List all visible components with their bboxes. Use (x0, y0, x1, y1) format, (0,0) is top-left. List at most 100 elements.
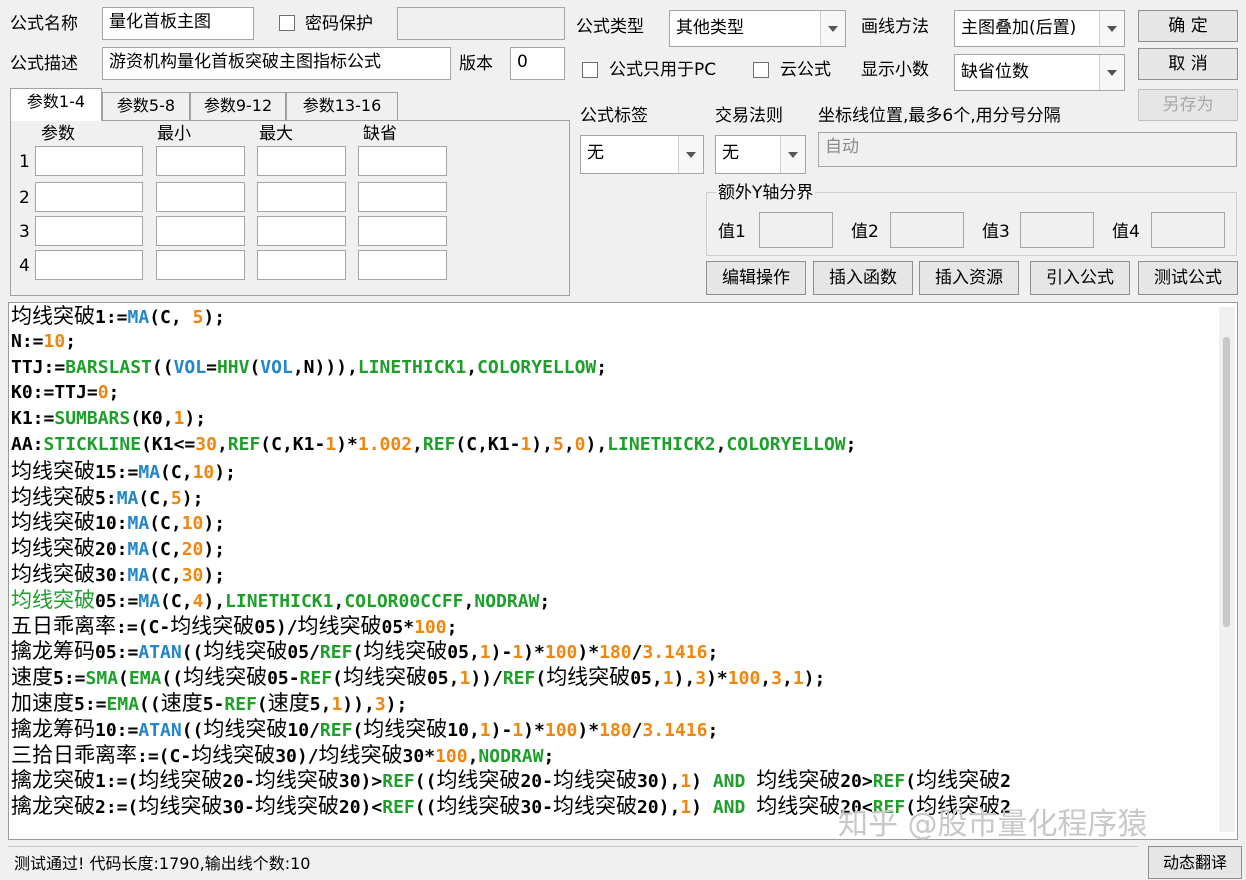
code-token: MA (138, 461, 161, 483)
tab-params-5-8[interactable]: 参数5-8 (102, 92, 190, 120)
code-token: )* (577, 642, 600, 664)
chevron-down-icon[interactable] (1099, 11, 1124, 46)
code-token: 05, (426, 668, 460, 690)
y-value-4-input[interactable] (1151, 212, 1225, 248)
code-token: 20> (840, 771, 873, 793)
chevron-down-icon[interactable] (678, 136, 703, 173)
param-min-input[interactable] (156, 182, 245, 212)
code-token: 1 (512, 719, 524, 741)
code-token: 均线突破 (170, 613, 255, 638)
y-value-3-input[interactable] (1020, 212, 1094, 248)
code-editor[interactable]: 均线突破1:=MA(C, 5); N:=10; TTJ:=BARSLAST((VOL… (8, 302, 1238, 840)
code-token: 100 (544, 642, 578, 664)
code-token: ( (905, 771, 917, 793)
code-token: AND (712, 771, 746, 793)
code-token: 三拾日乖离率 (11, 742, 137, 767)
code-token: ATAN (138, 642, 182, 664)
code-token: 均线突破 (318, 742, 403, 767)
code-token: 均线突破 (436, 794, 521, 819)
formula-tag-select[interactable]: 无 (580, 135, 704, 174)
code-token: ) (691, 797, 713, 819)
code-token: 05- (267, 668, 300, 690)
tab-params-1-4[interactable]: 参数1-4 (10, 88, 102, 121)
chevron-down-icon[interactable] (820, 11, 845, 46)
param-default-input[interactable] (358, 182, 447, 212)
code-token: 10 (43, 330, 66, 352)
save-as-button[interactable]: 另存为 (1138, 89, 1238, 121)
code-token: 擒龙突破 (11, 794, 95, 819)
password-input[interactable] (397, 7, 565, 40)
code-token: ), (203, 590, 226, 612)
param-name-input[interactable] (35, 182, 143, 212)
decimals-select[interactable]: 缺省位数 (954, 54, 1125, 91)
version-input[interactable]: 0 (510, 47, 565, 80)
param-min-input[interactable] (156, 216, 245, 246)
decimals-label: 显示小数 (861, 60, 929, 80)
import-formula-button[interactable]: 引入公式 (1030, 261, 1130, 295)
code-token: 20- (520, 771, 553, 793)
param-max-input[interactable] (257, 250, 346, 280)
tab-params-9-12[interactable]: 参数9-12 (190, 92, 286, 120)
vertical-scrollbar[interactable] (1219, 307, 1235, 832)
param-name-input[interactable] (35, 216, 143, 246)
code-token: 05* (381, 616, 415, 638)
col-default-header: 缺省 (363, 124, 397, 144)
code-token: 5 (192, 307, 204, 328)
coord-line-input[interactable]: 自动 (818, 132, 1237, 167)
edit-ops-button[interactable]: 编辑操作 (706, 261, 806, 295)
code-token: LINETHICK2 (607, 434, 716, 455)
code-token: 1.002 (357, 434, 413, 455)
param-default-input[interactable] (358, 146, 447, 176)
param-min-input[interactable] (156, 146, 245, 176)
insert-resource-button[interactable]: 插入资源 (919, 261, 1019, 295)
code-token: 均线突破 (756, 794, 841, 819)
code-token: , (563, 434, 575, 455)
param-max-input[interactable] (257, 216, 346, 246)
scrollbar-thumb[interactable] (1223, 337, 1230, 627)
param-max-input[interactable] (257, 182, 346, 212)
insert-function-button[interactable]: 插入函数 (813, 261, 913, 295)
code-token: 30)/ (275, 745, 319, 767)
code-token: NODRAW (474, 590, 540, 612)
code-token: N:= (11, 330, 44, 352)
param-name-input[interactable] (35, 146, 143, 176)
code-token: ), (531, 434, 553, 455)
formula-desc-input[interactable]: 游资机构量化首板突破主图指标公式 (102, 47, 451, 80)
param-min-input[interactable] (156, 250, 245, 280)
password-checkbox[interactable] (279, 15, 295, 31)
ok-button[interactable]: 确 定 (1138, 10, 1238, 42)
code-token: (C, (160, 461, 193, 483)
test-formula-button[interactable]: 测试公式 (1138, 261, 1238, 295)
cloud-checkbox[interactable] (753, 62, 769, 78)
param-default-input[interactable] (358, 250, 447, 280)
code-token: ) (691, 771, 713, 793)
dynamic-translate-button[interactable]: 动态翻译 (1148, 846, 1242, 879)
code-token: ), (673, 668, 696, 690)
code-token: 速度 (11, 665, 53, 690)
chevron-down-icon[interactable] (780, 136, 805, 173)
param-max-input[interactable] (257, 146, 346, 176)
code-token: 30)> (338, 771, 383, 793)
param-row-number: 4 (19, 256, 30, 276)
code-token: 五日乖离率 (11, 613, 116, 638)
cancel-button[interactable]: 取 消 (1138, 48, 1238, 80)
y-value-1-input[interactable] (759, 212, 833, 248)
code-token: 1 (680, 771, 692, 793)
trade-rule-select[interactable]: 无 (715, 135, 806, 174)
draw-method-select[interactable]: 主图叠加(后置) (954, 10, 1125, 47)
pc-only-checkbox[interactable] (582, 62, 598, 78)
y-value-2-input[interactable] (890, 212, 964, 248)
y-value-4-label: 值4 (1112, 222, 1140, 242)
tab-params-13-16[interactable]: 参数13-16 (286, 92, 398, 120)
formula-name-input[interactable]: 量化首板主图 (102, 7, 254, 40)
code-line: 均线突破30:MA(C,30); (11, 561, 225, 589)
formula-type-select[interactable]: 其他类型 (669, 10, 846, 47)
param-default-input[interactable] (358, 216, 447, 246)
code-token: (C, (149, 565, 182, 586)
code-token: 均线突破 (254, 768, 339, 793)
code-token: 05, (447, 642, 480, 664)
chevron-down-icon[interactable] (1099, 55, 1124, 90)
code-token: 擒龙突破 (11, 768, 95, 793)
param-name-input[interactable] (35, 250, 143, 280)
code-token: = (206, 356, 217, 378)
